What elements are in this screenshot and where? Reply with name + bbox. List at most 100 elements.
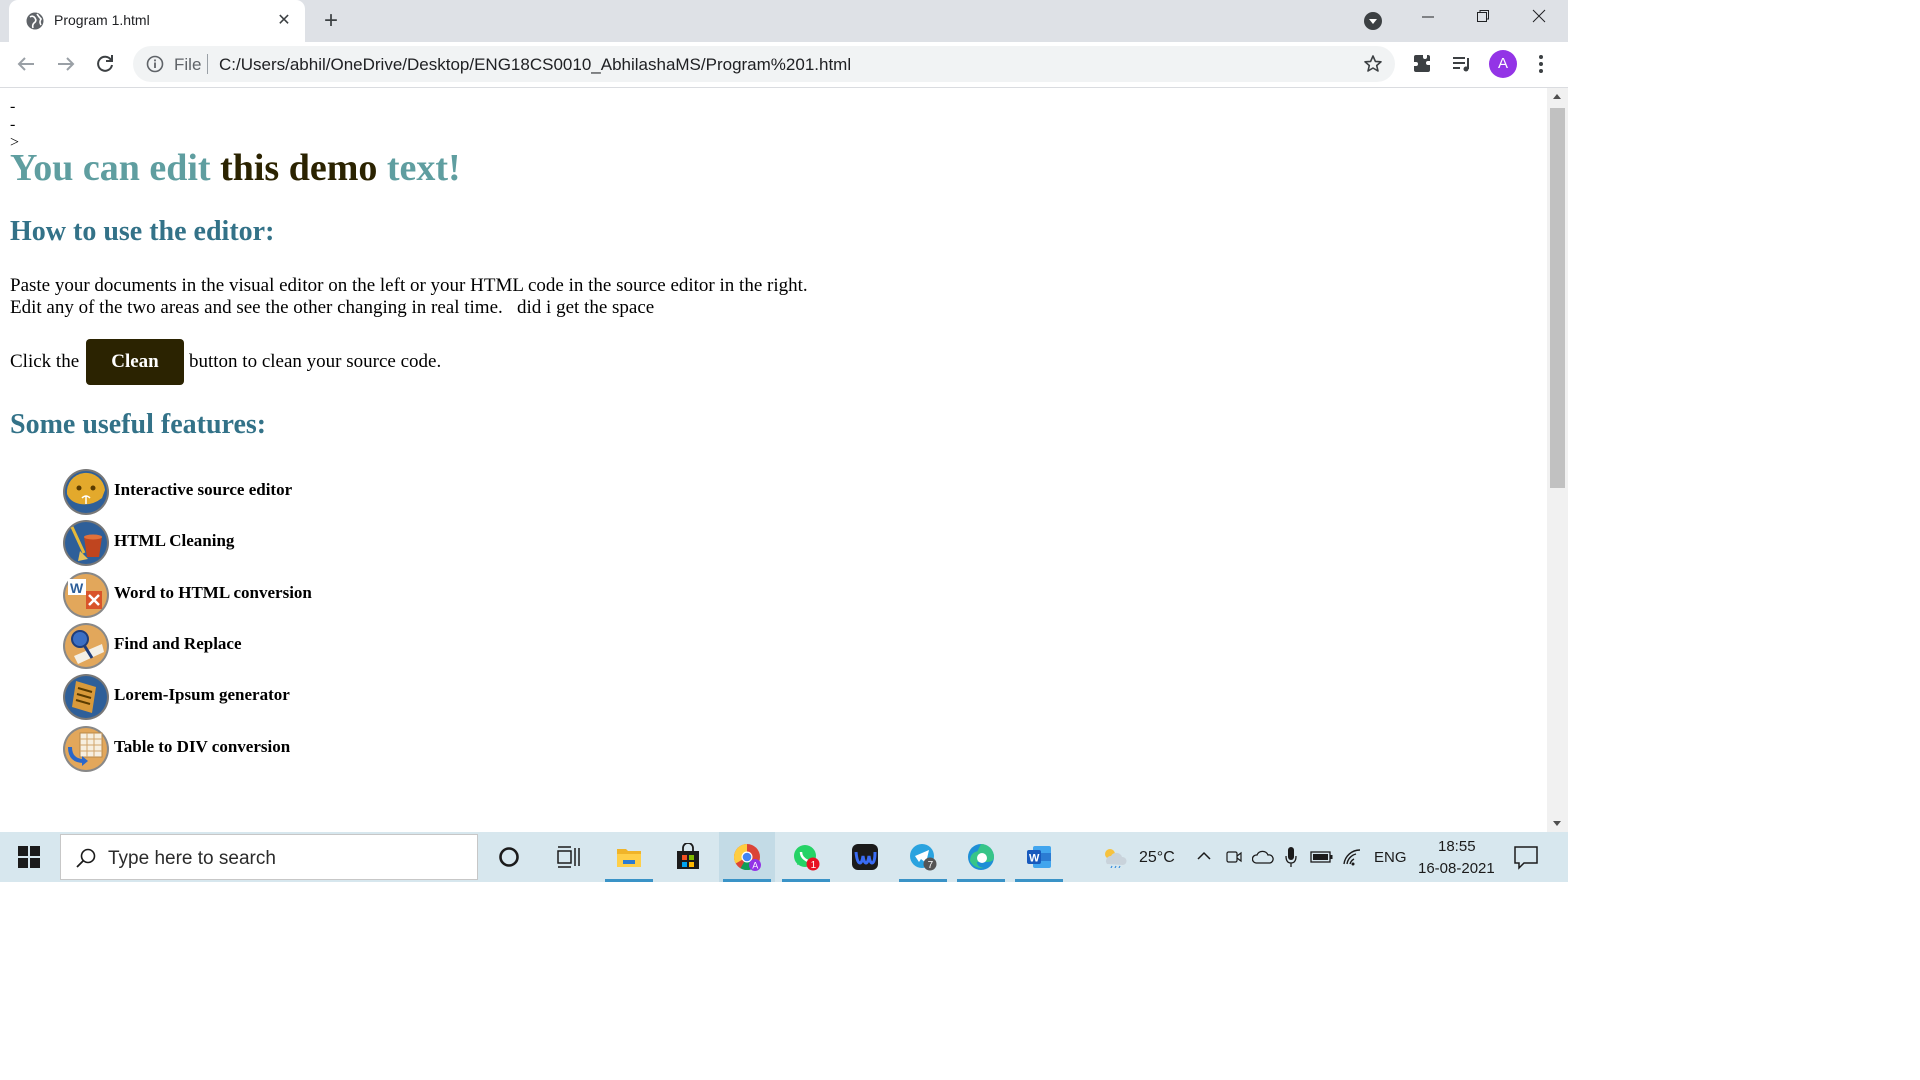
telegram-badge: 7: [928, 860, 934, 871]
section-title-features: Some useful features:: [10, 409, 267, 440]
whatsapp-badge: 1: [811, 860, 817, 871]
close-window-button[interactable]: [1516, 7, 1562, 31]
wattpad-app-icon: [852, 844, 878, 870]
globe-icon: [26, 12, 44, 30]
search-placeholder: Type here to search: [108, 848, 276, 869]
chevron-up-icon[interactable]: [1196, 850, 1212, 862]
taskbar-search-box[interactable]: Type here to search: [60, 834, 478, 880]
running-indicator: [957, 879, 1005, 882]
taskbar-file-explorer[interactable]: [601, 832, 657, 882]
menu-icon[interactable]: [1529, 52, 1553, 76]
telegram-icon: 7: [910, 844, 937, 871]
profile-avatar[interactable]: A: [1489, 50, 1517, 78]
taskbar-store[interactable]: [660, 832, 716, 882]
address-separator: [207, 54, 208, 74]
start-button[interactable]: [0, 832, 58, 882]
svg-text:W: W: [70, 580, 84, 596]
wifi-icon[interactable]: [1342, 848, 1362, 866]
find-replace-icon: [63, 623, 109, 669]
feature-label: Word to HTML conversion: [114, 583, 312, 602]
close-icon: [1532, 9, 1546, 23]
restore-icon: [1477, 10, 1489, 22]
task-view-button[interactable]: [540, 832, 596, 882]
notification-center-icon[interactable]: [1512, 844, 1540, 870]
battery-icon[interactable]: [1310, 850, 1334, 864]
svg-text:A: A: [752, 860, 758, 870]
cortana-circle-icon: [499, 847, 519, 867]
media-control-icon[interactable]: [1450, 52, 1474, 76]
task-view-icon: [557, 846, 580, 868]
running-indicator: [899, 879, 947, 882]
weather-temperature[interactable]: 25°C: [1139, 849, 1175, 867]
edge-icon: [968, 844, 994, 870]
tab-strip: Program 1.html ✕ +: [0, 0, 1568, 42]
minimize-button[interactable]: [1405, 7, 1451, 31]
whatsapp-icon: 1: [794, 845, 820, 871]
onedrive-cloud-icon[interactable]: [1252, 849, 1274, 865]
svg-text:W: W: [1029, 853, 1040, 865]
feature-label: Lorem-Ipsum generator: [114, 685, 290, 704]
reload-icon[interactable]: [93, 52, 117, 76]
taskbar-wattpad[interactable]: [837, 832, 893, 882]
running-indicator: [782, 879, 830, 882]
scroll-down-arrow-icon[interactable]: [1553, 821, 1561, 826]
chrome-icon: A: [733, 844, 761, 871]
source-editor-icon: [63, 469, 109, 515]
meet-now-icon[interactable]: [1225, 848, 1243, 866]
restore-button[interactable]: [1460, 7, 1506, 31]
tab-search-icon[interactable]: [1363, 11, 1383, 31]
taskbar-chrome[interactable]: A: [719, 832, 775, 882]
word-conversion-icon: W: [63, 572, 109, 618]
tab-title: Program 1.html: [54, 12, 150, 28]
feature-label: Table to DIV conversion: [114, 737, 291, 756]
heading-part-2: this demo: [220, 147, 378, 189]
feature-item: W Word to HTML conversion: [62, 571, 462, 619]
close-tab-icon[interactable]: ✕: [275, 12, 293, 30]
new-tab-button[interactable]: +: [320, 9, 342, 33]
paragraph-line-2: Edit any of the two areas and see the ot…: [10, 297, 655, 318]
page-scrollbar[interactable]: [1547, 88, 1568, 832]
forward-icon[interactable]: [54, 52, 78, 76]
lorem-ipsum-icon: [63, 674, 109, 720]
scroll-up-arrow-icon[interactable]: [1553, 94, 1561, 99]
address-bar[interactable]: File C:/Users/abhil/OneDrive/Desktop/ENG…: [133, 46, 1395, 82]
feature-item: Interactive source editor: [62, 468, 462, 516]
file-explorer-icon: [617, 849, 641, 867]
minimize-icon: [1422, 16, 1434, 18]
clean-instruction-prefix: Click the: [10, 351, 80, 372]
windows-taskbar: Type here to search A 1 7 W 25°C ENG 18:…: [0, 832, 1568, 882]
address-url[interactable]: C:/Users/abhil/OneDrive/Desktop/ENG18CS0…: [219, 55, 851, 75]
word-icon: W: [1027, 846, 1051, 868]
page-viewport: --> You can edit this demo text! How to …: [0, 88, 1547, 832]
browser-toolbar: File C:/Users/abhil/OneDrive/Desktop/ENG…: [0, 42, 1568, 88]
clean-button[interactable]: Clean: [86, 339, 184, 385]
page-heading: You can edit this demo text!: [10, 146, 461, 190]
feature-label: HTML Cleaning: [114, 531, 235, 550]
scrollbar-thumb[interactable]: [1550, 108, 1565, 488]
search-icon: [76, 848, 96, 868]
running-indicator: [605, 879, 653, 882]
windows-logo-icon: [18, 846, 40, 868]
bookmark-star-icon[interactable]: [1363, 54, 1383, 74]
clock-date[interactable]: 16-08-2021: [1418, 860, 1495, 877]
extensions-icon[interactable]: [1411, 52, 1435, 76]
section-title-how-to-use: How to use the editor:: [10, 216, 275, 247]
weather-cloud-icon[interactable]: [1101, 846, 1129, 868]
taskbar-whatsapp[interactable]: 1: [778, 832, 834, 882]
clock-time[interactable]: 18:55: [1438, 838, 1476, 855]
back-icon[interactable]: [14, 52, 38, 76]
stray-comment-text: -->: [10, 98, 20, 151]
feature-item: Table to DIV conversion: [62, 725, 462, 773]
taskbar-word[interactable]: W: [1011, 832, 1067, 882]
heading-part-1: You can edit: [10, 147, 221, 189]
taskbar-telegram[interactable]: 7: [895, 832, 951, 882]
info-icon[interactable]: [146, 55, 164, 73]
microphone-icon[interactable]: [1284, 846, 1298, 868]
browser-tab[interactable]: Program 1.html ✕: [9, 0, 305, 42]
language-indicator[interactable]: ENG: [1374, 849, 1407, 866]
feature-item: Find and Replace: [62, 622, 462, 670]
feature-label: Interactive source editor: [114, 480, 293, 499]
cortana-button[interactable]: [481, 832, 537, 882]
feature-item: HTML Cleaning: [62, 519, 462, 567]
taskbar-edge[interactable]: [953, 832, 1009, 882]
